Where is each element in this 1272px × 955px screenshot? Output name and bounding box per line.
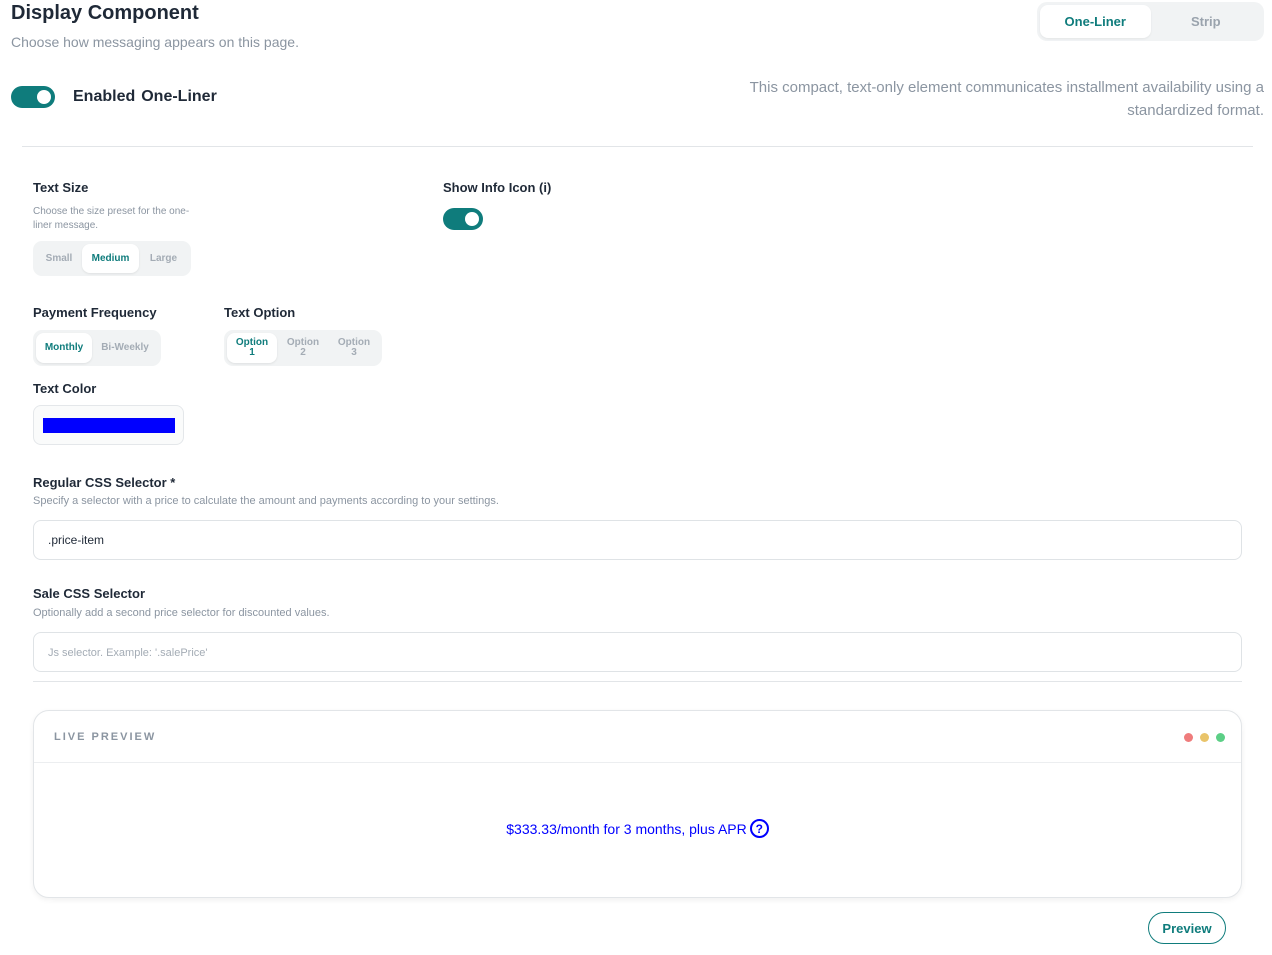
component-type-switch: One-Liner Strip <box>1037 2 1264 41</box>
text-option-1[interactable]: Option 1 <box>227 333 277 363</box>
payment-frequency-label: Payment Frequency <box>33 305 157 320</box>
green-dot-icon <box>1216 733 1225 742</box>
tab-strip[interactable]: Strip <box>1151 5 1262 38</box>
info-icon-label: Show Info Icon (i) <box>443 180 552 195</box>
frequency-monthly[interactable]: Monthly <box>36 333 92 363</box>
enabled-label: Enabled One-Liner <box>73 88 223 106</box>
frequency-bi-weekly[interactable]: Bi-Weekly <box>92 333 158 363</box>
enabled-toggle[interactable] <box>11 86 55 108</box>
enabled-label-prefix: Enabled <box>73 88 136 105</box>
regular-selector-label: Regular CSS Selector * <box>33 475 176 490</box>
section-divider <box>33 681 1242 682</box>
color-swatch <box>43 418 175 433</box>
text-color-picker[interactable] <box>33 405 184 445</box>
page-title: Display Component <box>11 2 199 24</box>
text-size-selector: Small Medium Large <box>33 241 191 276</box>
preview-message: $333.33/month for 3 months, plus APR ? <box>34 819 1241 838</box>
regular-selector-input[interactable] <box>33 520 1242 560</box>
section-divider <box>22 146 1253 147</box>
live-preview-card: LIVE PREVIEW $333.33/month for 3 months,… <box>33 710 1242 898</box>
preview-message-text: $333.33/month for 3 months, plus APR <box>506 820 747 837</box>
sale-selector-hint: Optionally add a second price selector f… <box>33 607 330 619</box>
text-size-large[interactable]: Large <box>139 244 188 273</box>
text-size-medium[interactable]: Medium <box>82 244 139 273</box>
question-icon[interactable]: ? <box>749 819 769 838</box>
text-option-selector: Option 1 Option 2 Option 3 <box>224 330 382 366</box>
payment-frequency-selector: Monthly Bi-Weekly <box>33 330 161 366</box>
text-option-label: Text Option <box>224 305 296 320</box>
yellow-dot-icon <box>1200 733 1209 742</box>
regular-selector-hint: Specify a selector with a price to calcu… <box>33 495 499 507</box>
sale-selector-input[interactable] <box>33 632 1242 672</box>
enabled-label-component: One-Liner <box>141 88 217 105</box>
text-size-small[interactable]: Small <box>36 244 82 273</box>
text-option-3[interactable]: Option 3 <box>329 333 379 363</box>
text-option-2[interactable]: Option 2 <box>277 333 329 363</box>
page-subtitle: Choose how messaging appears on this pag… <box>11 34 299 50</box>
toggle-knob <box>465 212 479 226</box>
toggle-knob <box>37 90 51 104</box>
text-color-label: Text Color <box>33 381 97 396</box>
preview-button[interactable]: Preview <box>1148 912 1226 944</box>
red-dot-icon <box>1184 733 1193 742</box>
tab-one-liner[interactable]: One-Liner <box>1040 5 1151 38</box>
text-size-label: Text Size <box>33 180 89 195</box>
component-description: This compact, text-only element communic… <box>749 79 1264 119</box>
sale-selector-label: Sale CSS Selector <box>33 586 145 601</box>
live-preview-title: LIVE PREVIEW <box>54 731 157 743</box>
text-size-hint: Choose the size preset for the one-liner… <box>33 206 190 231</box>
live-preview-header: LIVE PREVIEW <box>34 711 1241 763</box>
info-icon-toggle[interactable] <box>443 208 483 230</box>
